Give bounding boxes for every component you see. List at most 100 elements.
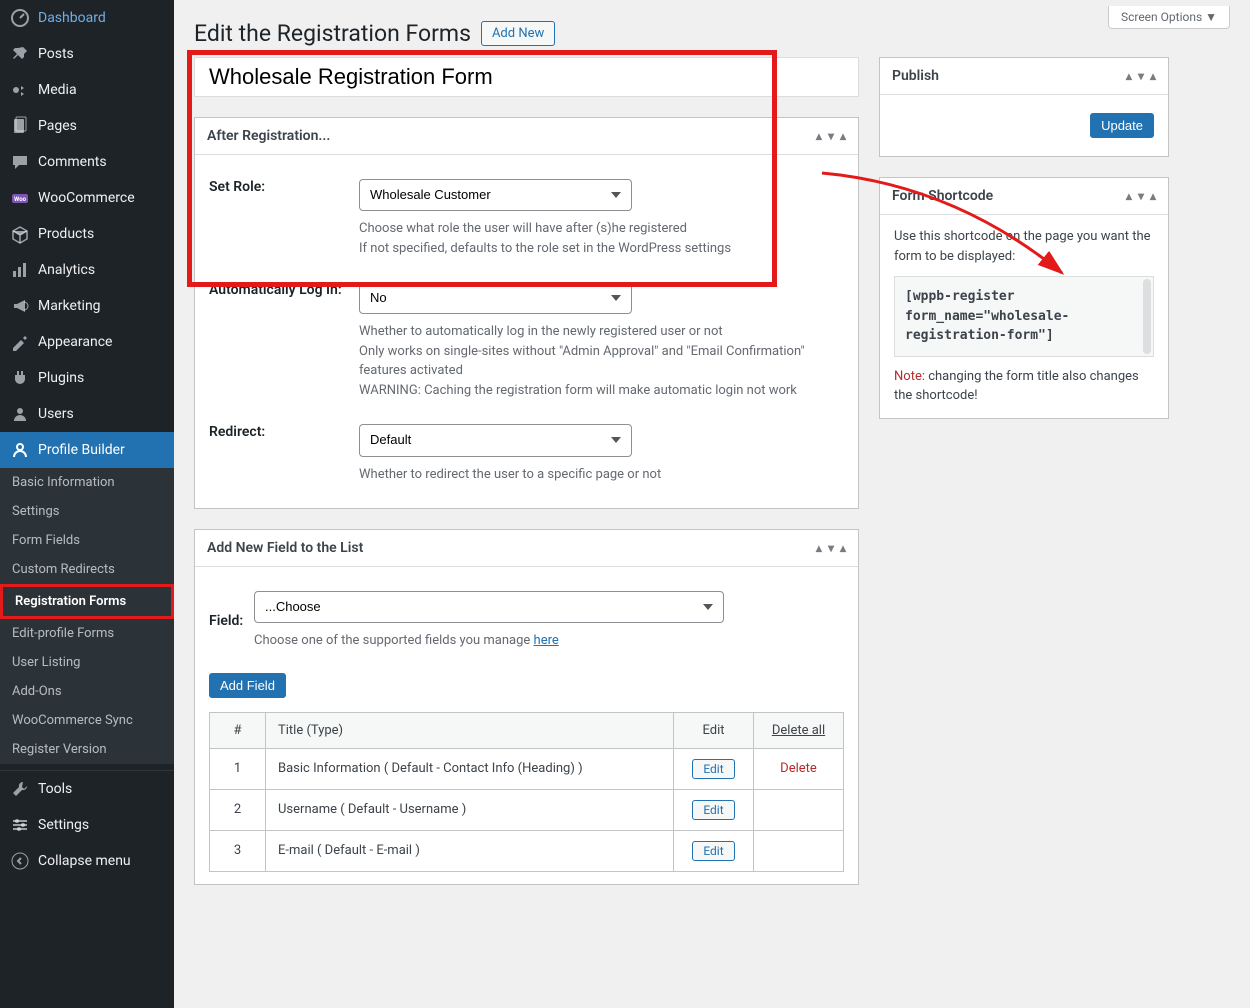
- field-desc: Choose one of the supported fields you m…: [254, 631, 844, 651]
- comment-icon: [10, 152, 30, 172]
- metabox-title: Publish: [892, 68, 939, 84]
- form-title-input[interactable]: [194, 57, 859, 97]
- chevron-up-icon[interactable]: ▴: [816, 541, 822, 555]
- pin-icon: [10, 44, 30, 64]
- sidebar-item-label: Pages: [38, 118, 77, 134]
- products-icon: [10, 224, 30, 244]
- table-row: 1Basic Information ( Default - Contact I…: [210, 748, 844, 789]
- row-number: 3: [210, 830, 266, 871]
- field-select[interactable]: ...Choose: [254, 591, 724, 623]
- sidebar-item-label: Marketing: [38, 298, 101, 314]
- auto-login-label: Automatically Log In:: [209, 282, 359, 298]
- sidebar-item-pin[interactable]: Posts: [0, 36, 174, 72]
- plugins-icon: [10, 368, 30, 388]
- sidebar-item-label: Media: [38, 82, 77, 98]
- field-label: Field:: [209, 613, 254, 629]
- sidebar-item-label: Users: [38, 406, 74, 422]
- publish-metabox: Publish ▴ ▾ ▴ Update: [879, 57, 1169, 157]
- manage-fields-link[interactable]: here: [534, 633, 559, 648]
- update-button[interactable]: Update: [1090, 113, 1154, 138]
- row-number: 2: [210, 789, 266, 830]
- sidebar-item-media[interactable]: Media: [0, 72, 174, 108]
- submenu-item-settings[interactable]: Settings: [0, 497, 174, 526]
- appearance-icon: [10, 332, 30, 352]
- sidebar-item-dashboard[interactable]: Dashboard: [0, 0, 174, 36]
- sidebar-item-label: Profile Builder: [38, 442, 125, 458]
- col-edit: Edit: [674, 712, 754, 748]
- caret-up-icon[interactable]: ▴: [840, 129, 846, 143]
- sidebar-item-page[interactable]: Pages: [0, 108, 174, 144]
- sidebar-item-plugins[interactable]: Plugins: [0, 360, 174, 396]
- sidebar-item-label: WooCommerce: [38, 190, 135, 206]
- metabox-title: Add New Field to the List: [207, 540, 363, 556]
- sidebar-item-label: Dashboard: [38, 10, 106, 26]
- shortcode-note: Note: changing the form title also chang…: [894, 367, 1154, 406]
- submenu-item-woocommerce-sync[interactable]: WooCommerce Sync: [0, 706, 174, 735]
- submenu-item-user-listing[interactable]: User Listing: [0, 648, 174, 677]
- chevron-up-icon[interactable]: ▴: [1126, 189, 1132, 203]
- page-icon: [10, 116, 30, 136]
- caret-up-icon[interactable]: ▴: [1150, 69, 1156, 83]
- sidebar-item-settings[interactable]: Settings: [0, 807, 174, 843]
- screen-options-toggle[interactable]: Screen Options ▼: [1108, 6, 1230, 29]
- shortcode-metabox: Form Shortcode ▴▾▴ Use this shortcode on…: [879, 177, 1169, 419]
- table-row: 3E-mail ( Default - E-mail ) Edit: [210, 830, 844, 871]
- sidebar-item-tools[interactable]: Tools: [0, 771, 174, 807]
- media-icon: [10, 80, 30, 100]
- sidebar-item-marketing[interactable]: Marketing: [0, 288, 174, 324]
- add-field-button[interactable]: Add Field: [209, 673, 286, 698]
- sidebar-item-label: Settings: [38, 817, 89, 833]
- caret-up-icon[interactable]: ▴: [840, 541, 846, 555]
- svg-text:Woo: Woo: [14, 196, 27, 203]
- page-title: Edit the Registration Forms: [194, 20, 471, 47]
- chevron-down-icon[interactable]: ▾: [1138, 69, 1144, 83]
- analytics-icon: [10, 260, 30, 280]
- sidebar-item-collapse[interactable]: Collapse menu: [0, 843, 174, 879]
- shortcode-code[interactable]: [wppb-register form_name="wholesale-regi…: [894, 276, 1154, 357]
- submenu-item-form-fields[interactable]: Form Fields: [0, 526, 174, 555]
- sidebar-item-products[interactable]: Products: [0, 216, 174, 252]
- row-title: E-mail ( Default - E-mail ): [266, 830, 674, 871]
- chevron-down-icon[interactable]: ▾: [828, 129, 834, 143]
- sidebar-item-label: Comments: [38, 154, 107, 170]
- submenu-item-registration-forms[interactable]: Registration Forms: [0, 584, 174, 619]
- after-registration-metabox: After Registration... ▴ ▾ ▴ Set Role: Wh…: [194, 117, 859, 509]
- sidebar-item-analytics[interactable]: Analytics: [0, 252, 174, 288]
- chevron-up-icon[interactable]: ▴: [816, 129, 822, 143]
- submenu-item-edit-profile-forms[interactable]: Edit-profile Forms: [0, 619, 174, 648]
- users-icon: [10, 404, 30, 424]
- redirect-select[interactable]: Default: [359, 424, 632, 456]
- redirect-label: Redirect:: [209, 424, 359, 440]
- caret-up-icon[interactable]: ▴: [1150, 189, 1156, 203]
- sidebar-item-woo[interactable]: Woo WooCommerce: [0, 180, 174, 216]
- auto-login-select[interactable]: No: [359, 282, 632, 314]
- chevron-down-icon[interactable]: ▾: [828, 541, 834, 555]
- submenu-item-add-ons[interactable]: Add-Ons: [0, 677, 174, 706]
- set-role-desc: Choose what role the user will have afte…: [359, 219, 844, 258]
- submenu-item-basic-information[interactable]: Basic Information: [0, 468, 174, 497]
- sidebar-item-label: Analytics: [38, 262, 95, 278]
- sidebar-item-label: Posts: [38, 46, 74, 62]
- set-role-select[interactable]: Wholesale Customer: [359, 179, 632, 211]
- edit-button[interactable]: Edit: [692, 759, 734, 779]
- add-new-button[interactable]: Add New: [481, 21, 555, 46]
- delete-all-link[interactable]: Delete all: [754, 712, 844, 748]
- sidebar-item-users[interactable]: Users: [0, 396, 174, 432]
- metabox-controls: ▴ ▾ ▴: [816, 129, 846, 143]
- delete-link[interactable]: Delete: [780, 761, 817, 776]
- add-field-metabox: Add New Field to the List ▴ ▾ ▴ Field: .…: [194, 529, 859, 885]
- chevron-up-icon[interactable]: ▴: [1126, 69, 1132, 83]
- submenu-item-register-version[interactable]: Register Version: [0, 735, 174, 764]
- shortcode-intro: Use this shortcode on the page you want …: [894, 227, 1154, 266]
- edit-button[interactable]: Edit: [692, 800, 734, 820]
- admin-sidebar: Dashboard Posts Media Pages Comments Woo WooCo…: [0, 0, 174, 1008]
- submenu-item-custom-redirects[interactable]: Custom Redirects: [0, 555, 174, 584]
- chevron-down-icon[interactable]: ▾: [1138, 189, 1144, 203]
- sidebar-item-comment[interactable]: Comments: [0, 144, 174, 180]
- sidebar-item-appearance[interactable]: Appearance: [0, 324, 174, 360]
- metabox-title: After Registration...: [207, 128, 330, 144]
- dashboard-icon: [10, 8, 30, 28]
- sidebar-item-profile[interactable]: Profile Builder: [0, 432, 174, 468]
- set-role-label: Set Role:: [209, 179, 359, 195]
- edit-button[interactable]: Edit: [692, 841, 734, 861]
